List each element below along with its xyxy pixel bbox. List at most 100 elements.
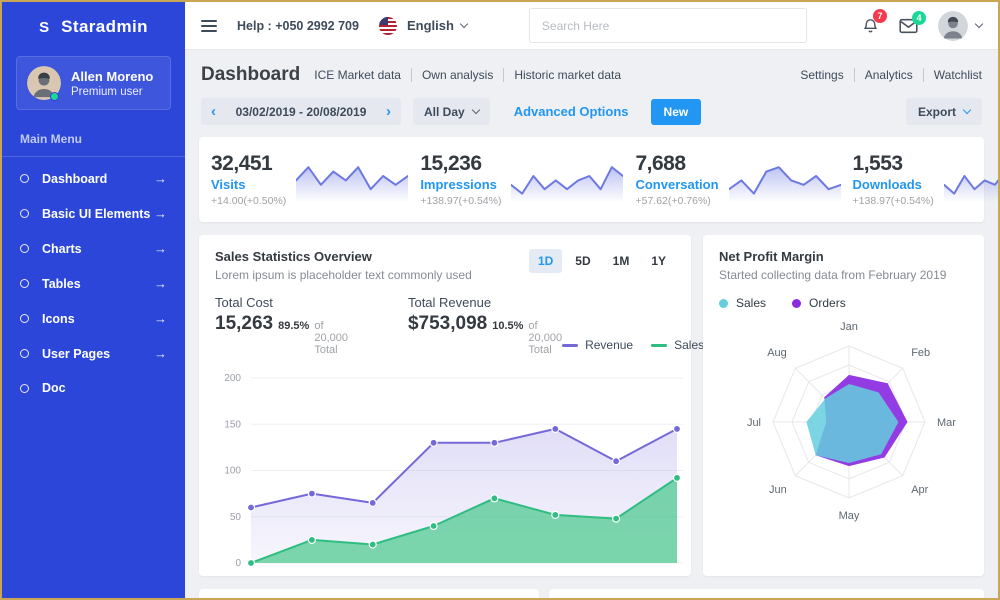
svg-text:Mar: Mar	[937, 417, 956, 429]
sidebar-item-user-pages[interactable]: User Pages→	[2, 336, 185, 371]
header-link-own-analysis[interactable]: Own analysis	[411, 68, 493, 82]
app-window: S Staradmin Allen Moreno Premium user Ma…	[0, 0, 1000, 600]
sidebar-item-label: Tables	[42, 277, 81, 291]
profile-menu[interactable]	[938, 11, 982, 41]
us-flag-icon[interactable]	[379, 17, 397, 35]
sales-card-title: Sales Statistics Overview	[215, 249, 472, 264]
svg-text:Aug: Aug	[767, 347, 787, 359]
stat-downloads: 1,553 Downloads +138.97(+0.54%)	[847, 152, 998, 207]
header-link-historic-market-data[interactable]: Historic market data	[503, 68, 621, 82]
all-day-dropdown[interactable]: All Day	[413, 98, 490, 125]
notification-badge: 7	[873, 9, 887, 23]
logo-text: Staradmin	[61, 17, 148, 37]
sidebar-item-basic-ui-elements[interactable]: Basic UI Elements→	[2, 196, 185, 231]
total-revenue-label: Total Revenue	[408, 295, 562, 310]
sidebar-item-tables[interactable]: Tables →	[2, 266, 185, 301]
user-meta: Allen Moreno Premium user	[71, 69, 153, 98]
svg-text:Apr: Apr	[911, 484, 928, 496]
partial-card	[199, 589, 539, 598]
profit-card-title: Net Profit Margin	[719, 249, 968, 264]
circle-icon	[20, 384, 29, 393]
chevron-down-icon	[975, 20, 983, 28]
user-card[interactable]: Allen Moreno Premium user	[16, 56, 171, 110]
charts-row: Sales Statistics Overview Lorem ipsum is…	[199, 235, 984, 576]
online-status-dot	[50, 92, 59, 101]
arrow-right-icon: →	[154, 346, 167, 361]
tab-1m[interactable]: 1M	[604, 249, 639, 273]
sidebar-item-icons[interactable]: Icons→	[2, 301, 185, 336]
arrow-right-icon: →	[154, 171, 167, 186]
net-profit-card: Net Profit Margin Started collecting dat…	[703, 235, 984, 576]
sidebar-item-label: Charts	[42, 242, 82, 256]
range-tabs: 1D5D1M1Y	[529, 249, 675, 273]
svg-text:Jan: Jan	[840, 321, 858, 333]
legend-sales: Sales	[719, 296, 766, 310]
date-next-icon[interactable]: ›	[386, 104, 391, 119]
legend-line-icon	[562, 344, 578, 347]
topbar-actions: 7 4	[862, 11, 982, 41]
sidebar-item-label: Doc	[42, 381, 66, 395]
page-title: Dashboard	[201, 64, 300, 86]
svg-text:0: 0	[235, 558, 241, 569]
arrow-right-icon: →	[154, 276, 167, 291]
sidebar-item-label: Dashboard	[42, 172, 107, 186]
sparkline-chart	[511, 156, 623, 204]
sidebar-item-dashboard[interactable]: Dashboard →	[2, 161, 185, 196]
stat-text: 15,236 Impressions +138.97(+0.54%)	[420, 152, 501, 207]
total-cost: Total Cost 15,263 89.5% of 20,000 Total	[215, 295, 348, 356]
notifications-button[interactable]: 7	[862, 16, 879, 35]
sales-statistics-card: Sales Statistics Overview Lorem ipsum is…	[199, 235, 691, 576]
chevron-down-icon	[471, 106, 479, 114]
stat-label: Visits	[211, 177, 286, 192]
stat-change: +14.00(+0.50%)	[211, 195, 286, 207]
circle-icon	[20, 279, 29, 288]
total-revenue: Total Revenue $753,098 10.5% of 20,000 T…	[408, 295, 562, 356]
svg-text:100: 100	[224, 466, 241, 477]
language-selector[interactable]: English	[407, 18, 467, 33]
sparkline-chart	[944, 156, 998, 204]
stat-label: Impressions	[420, 177, 501, 192]
message-badge: 4	[912, 11, 926, 25]
sidebar-item-doc[interactable]: Doc	[2, 371, 185, 405]
circle-icon	[20, 314, 29, 323]
area-chart-canvas: 050100150200	[215, 366, 685, 581]
header-links: ICE Market data Own analysis Historic mark…	[314, 68, 621, 82]
svg-text:50: 50	[230, 512, 242, 523]
tab-1y[interactable]: 1Y	[642, 249, 675, 273]
date-range-picker[interactable]: ‹ 03/02/2019 - 20/08/2019 ›	[201, 98, 401, 125]
language-label: English	[407, 18, 454, 33]
header-link-analytics[interactable]: Analytics	[854, 68, 913, 82]
hamburger-icon[interactable]	[201, 20, 217, 32]
messages-button[interactable]: 4	[899, 18, 918, 34]
main-menu: Dashboard→Basic UI Elements→Charts→Table…	[2, 161, 185, 405]
legend-line-icon	[651, 344, 667, 347]
stats-card: 32,451 Visits +14.00(+0.50%) 15,236 Impr…	[199, 137, 984, 222]
arrow-right-icon: →	[154, 241, 167, 256]
header-right-links: Settings Analytics Watchlist	[800, 68, 982, 82]
legend-dot-icon	[719, 299, 728, 308]
export-button[interactable]: Export	[906, 98, 982, 125]
date-prev-icon[interactable]: ‹	[211, 104, 216, 119]
total-cost-suffix: of 20,000 Total	[314, 320, 348, 356]
sidebar-item-label: Basic UI Elements	[42, 207, 150, 221]
sidebar-item-charts[interactable]: Charts →	[2, 231, 185, 266]
circle-icon	[20, 349, 29, 358]
stat-change: +138.97(+0.54%)	[420, 195, 501, 207]
sales-card-subtitle: Lorem ipsum is placeholder text commonly…	[215, 268, 472, 282]
total-revenue-suffix: of 20,000 Total	[528, 320, 562, 356]
header-link-settings[interactable]: Settings	[800, 68, 843, 82]
header-link-watchlist[interactable]: Watchlist	[923, 68, 982, 82]
profit-card-subtitle: Started collecting data from February 20…	[719, 268, 968, 282]
new-button[interactable]: New	[651, 99, 702, 125]
chevron-down-icon	[963, 106, 971, 114]
advanced-options-link[interactable]: Advanced Options	[514, 104, 629, 119]
tab-1d[interactable]: 1D	[529, 249, 562, 273]
tab-5d[interactable]: 5D	[566, 249, 599, 273]
sparkline-chart	[729, 156, 841, 204]
search-input[interactable]	[529, 8, 807, 43]
header-link-ice-market-data[interactable]: ICE Market data	[314, 68, 401, 82]
person-icon	[938, 11, 968, 41]
app-logo[interactable]: S Staradmin	[2, 2, 185, 52]
svg-text:Feb: Feb	[911, 347, 930, 359]
all-day-label: All Day	[424, 105, 465, 119]
